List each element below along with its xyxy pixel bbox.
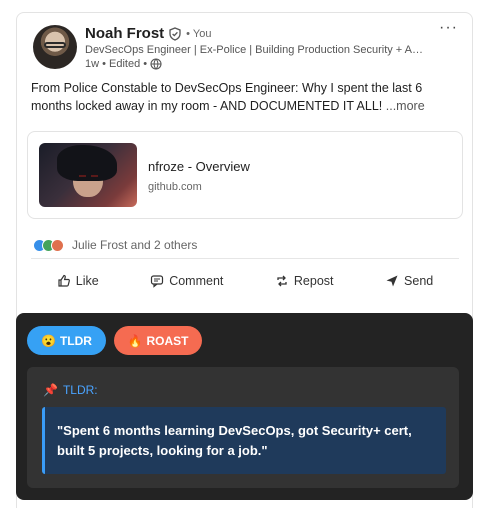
post-timestamp: 1w • Edited • [85,58,148,70]
more-options-button[interactable]: ··· [439,19,458,37]
tldr-button-label: TLDR [59,333,92,348]
post-text: From Police Constable to DevSecOps Engin… [31,79,451,115]
author-line: Noah Frost • You [85,25,211,42]
tldr-header-label: TLDR: [62,383,98,397]
repost-button[interactable]: Repost [269,269,340,293]
author-name[interactable]: Noah Frost [85,25,164,42]
repost-label: Repost [293,274,334,288]
comment-icon [151,275,164,288]
author-headline: DevSecOps Engineer | Ex-Police | Buildin… [85,44,425,56]
globe-icon [150,58,162,70]
tldr-button[interactable]: 😮 TLDR [27,326,106,355]
surprised-face-icon: 😮 [41,333,56,348]
action-bar: Like Comment Repost Send [31,269,459,293]
love-reaction-icon [51,238,64,252]
reaction-icons [33,238,64,252]
thumbs-up-icon [58,274,70,287]
ai-summary-panel: 😮 TLDR 🔥 ROAST 📌 TLDR: "Spent 6 months l… [16,313,473,500]
like-button[interactable]: Like [51,269,105,293]
tldr-result-box: 📌 TLDR: "Spent 6 months learning DevSecO… [27,367,459,488]
roast-button-label: ROAST [146,333,189,348]
repost-icon [277,275,287,287]
avatar[interactable] [33,25,77,69]
send-icon [386,275,398,287]
like-label: Like [75,274,99,288]
comment-button[interactable]: Comment [144,269,229,293]
reactions-summary[interactable]: Julie Frost and 2 others [33,238,197,252]
link-domain: github.com [148,181,202,193]
link-title[interactable]: nfroze - Overview [148,159,250,174]
roast-button[interactable]: 🔥 ROAST [114,326,202,355]
post-meta: 1w • Edited • [85,58,162,70]
fire-icon: 🔥 [127,333,143,348]
you-tag: • You [186,27,212,40]
divider [31,258,459,259]
pin-icon: 📌 [43,383,58,397]
link-preview-card[interactable]: nfroze - Overview github.com [27,131,463,219]
post-body: From Police Constable to DevSecOps Engin… [31,81,423,113]
verified-icon [168,26,182,41]
send-label: Send [404,274,434,288]
send-button[interactable]: Send [379,269,439,293]
tldr-quote: "Spent 6 months learning DevSecOps, got … [42,407,446,474]
tldr-header: 📌 TLDR: [43,383,98,397]
see-more-link[interactable]: ...more [386,99,425,113]
comment-label: Comment [169,274,224,288]
reaction-count[interactable]: Julie Frost and 2 others [72,238,197,252]
link-thumbnail [39,143,137,207]
